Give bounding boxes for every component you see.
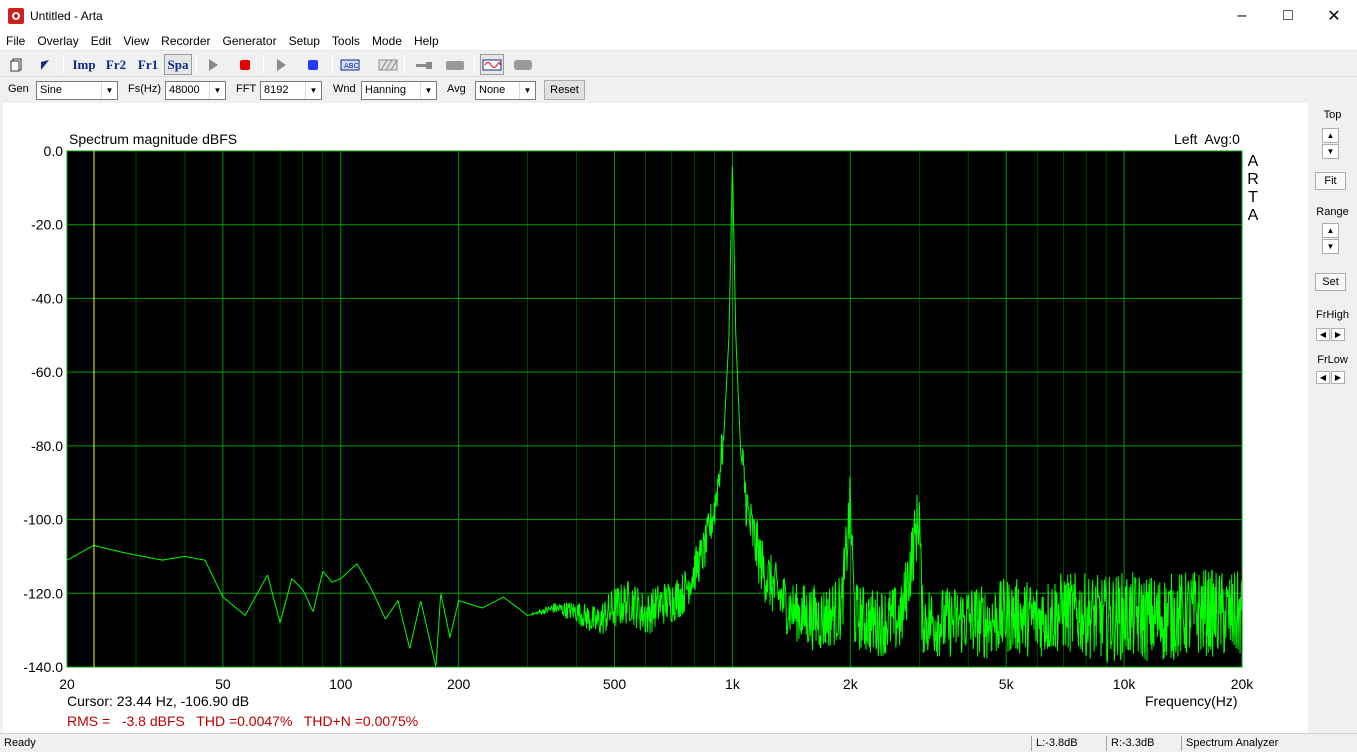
arta-watermark-letter: R (1247, 171, 1259, 188)
spectrum-chart[interactable]: 20 50 100 200 500 1k 2k 5k 10k 20k 0.0 -20.0 -40.0 -6… (0, 0, 1308, 733)
plot-title: Spectrum magnitude dBFS (69, 131, 238, 147)
x-tick-label: 5k (999, 676, 1015, 692)
x-tick-label: 20k (1231, 676, 1255, 692)
close-icon[interactable]: ✕ (1311, 0, 1357, 31)
x-axis-label: Frequency(Hz) (1145, 693, 1238, 709)
y-tick-label: -100.0 (23, 512, 63, 528)
cursor-readout: Cursor: 23.44 Hz, -106.90 dB (67, 693, 250, 709)
frhigh-right-button[interactable]: ▶ (1331, 328, 1345, 341)
y-tick-label: 0.0 (44, 143, 64, 159)
y-tick-label: -80.0 (31, 438, 63, 454)
range-label: Range (1316, 206, 1349, 218)
status-right-level: R:-3.3dB (1106, 736, 1178, 751)
y-tick-label: -140.0 (23, 659, 63, 675)
top-up-button[interactable]: ▲ (1322, 128, 1339, 143)
x-tick-label: 2k (843, 676, 859, 692)
status-ready: Ready (4, 737, 36, 749)
x-tick-label: 100 (329, 676, 353, 692)
range-down-button[interactable]: ▼ (1322, 239, 1339, 254)
frlow-label: FrLow (1317, 354, 1348, 366)
y-tick-label: -120.0 (23, 585, 63, 601)
fit-button[interactable]: Fit (1315, 172, 1346, 190)
y-tick-label: -40.0 (31, 290, 63, 306)
y-tick-label: -60.0 (31, 364, 63, 380)
status-left-level: L:-3.8dB (1031, 736, 1103, 751)
y-tick-label: -20.0 (31, 217, 63, 233)
status-bar: Ready L:-3.8dB R:-3.3dB Spectrum Analyze… (0, 733, 1357, 752)
right-control-panel: Top ▲ ▼ Fit Range ▲ ▼ Set FrHigh ◀ ▶ FrL… (1308, 103, 1357, 733)
x-tick-label: 50 (215, 676, 231, 692)
x-tick-label: 500 (603, 676, 627, 692)
frhigh-left-button[interactable]: ◀ (1316, 328, 1330, 341)
x-tick-label: 200 (447, 676, 471, 692)
arta-watermark-letter: T (1248, 189, 1258, 206)
channel-average-label: Left Avg:0 (1174, 131, 1240, 147)
frlow-right-button[interactable]: ▶ (1331, 371, 1345, 384)
frlow-left-button[interactable]: ◀ (1316, 371, 1330, 384)
top-label: Top (1323, 109, 1342, 121)
x-tick-label: 10k (1113, 676, 1137, 692)
measurement-readout: RMS = -3.8 dBFS THD =0.0047% THD+N =0.00… (67, 713, 419, 729)
frhigh-label: FrHigh (1315, 309, 1349, 321)
set-button[interactable]: Set (1315, 273, 1346, 291)
range-up-button[interactable]: ▲ (1322, 223, 1339, 238)
status-mode: Spectrum Analyzer (1181, 736, 1341, 751)
top-down-button[interactable]: ▼ (1322, 144, 1339, 159)
x-tick-label: 20 (59, 676, 75, 692)
arta-watermark-letter: A (1248, 207, 1259, 224)
arta-watermark-letter: A (1248, 153, 1259, 170)
x-tick-label: 1k (725, 676, 741, 692)
